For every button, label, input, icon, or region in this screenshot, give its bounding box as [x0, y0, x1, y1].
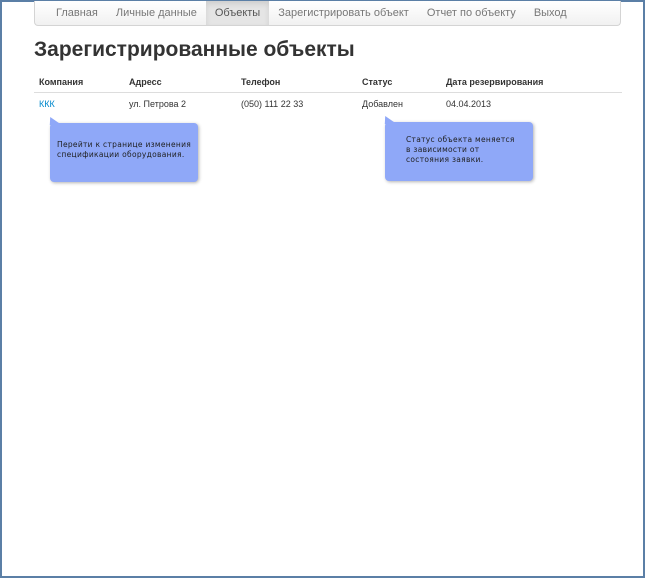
objects-table: Компания Адресс Телефон Статус Дата резе… [34, 73, 622, 115]
table-row: ККК ул. Петрова 2 (050) 111 22 33 Добавл… [34, 93, 622, 116]
column-header-phone: Телефон [236, 73, 357, 93]
status-hint-callout: Статус объекта меняется в зависимости от… [379, 116, 533, 181]
callout-text-line: в зависимости от [406, 145, 480, 154]
column-header-status: Статус [357, 73, 441, 93]
callout-text-line: Статус объекта меняется [406, 135, 515, 144]
callout-text-line: состояния заявки. [406, 155, 484, 164]
column-header-address: Адресс [124, 73, 236, 93]
company-hint-callout: Перейти к странице изменения спецификаци… [44, 117, 198, 182]
page-title: Зарегистрированные объекты [34, 38, 355, 61]
table-header-row: Компания Адресс Телефон Статус Дата резе… [34, 73, 622, 93]
cell-reservation-date: 04.04.2013 [446, 99, 492, 109]
nav-item-object-report[interactable]: Отчет по объекту [418, 1, 525, 25]
nav-item-home[interactable]: Главная [47, 1, 107, 25]
column-header-company: Компания [34, 73, 124, 93]
company-link[interactable]: ККК [39, 99, 55, 109]
top-navbar: Главная Личные данные Объекты Зарегистри… [34, 1, 621, 26]
callout-text-line: спецификации оборудования. [57, 150, 185, 159]
nav-item-logout[interactable]: Выход [525, 1, 576, 25]
callout-text-line: Перейти к странице изменения [57, 140, 192, 149]
cell-company: ККК [34, 93, 124, 116]
column-header-reservation-date: Дата резервирования [441, 73, 622, 93]
cell-phone: (050) 111 22 33 [241, 99, 304, 109]
nav-item-personal-data[interactable]: Личные данные [107, 1, 206, 25]
cell-address: ул. Петрова 2 [129, 99, 187, 109]
nav-item-objects[interactable]: Объекты [205, 1, 270, 25]
cell-status: Добавлен [362, 99, 403, 109]
nav-item-register-object[interactable]: Зарегистрировать объект [269, 1, 418, 25]
